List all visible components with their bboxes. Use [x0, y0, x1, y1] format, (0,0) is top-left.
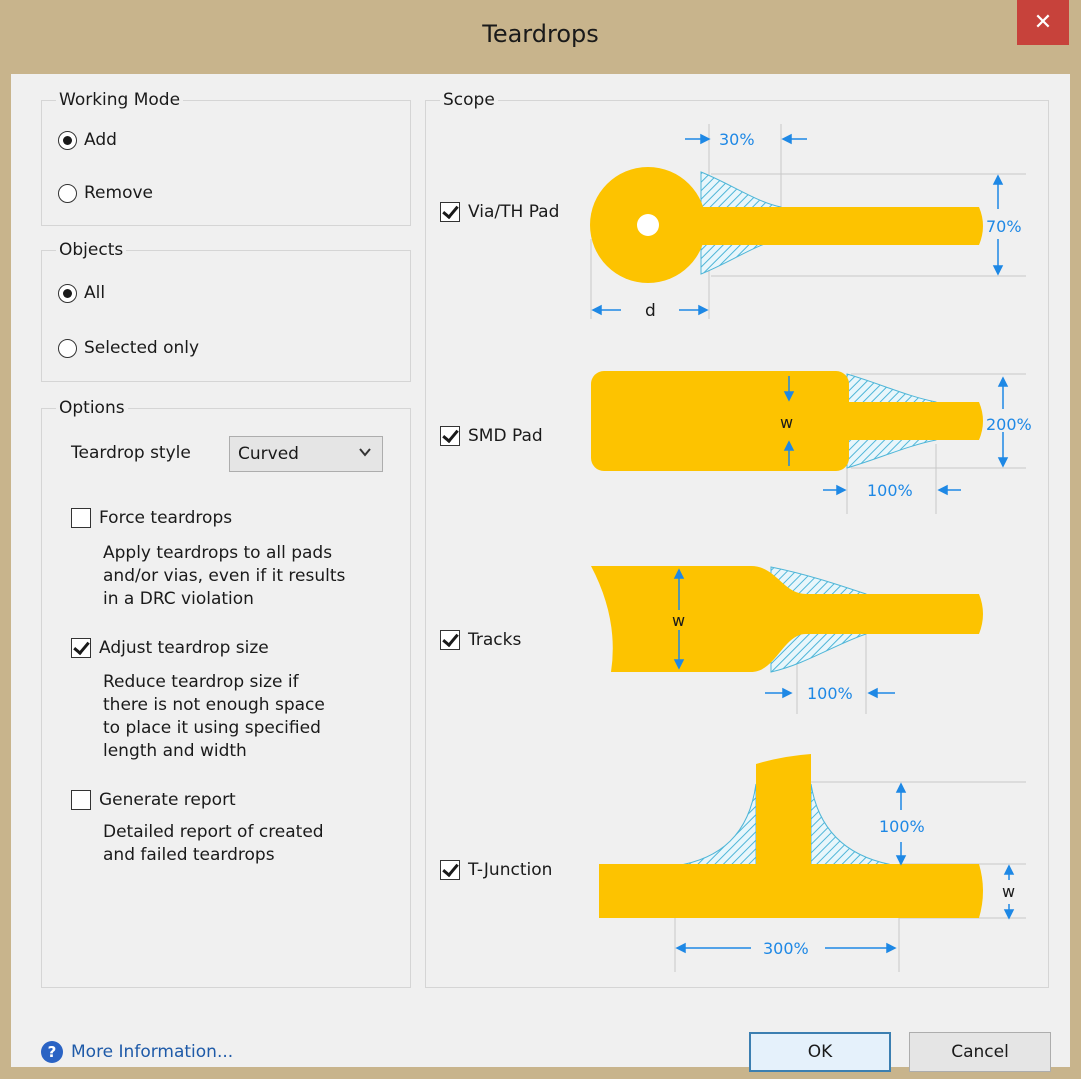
tj-height-dim: 100%	[879, 817, 925, 836]
smd-pad-body	[591, 371, 849, 471]
tracks-diagram: w 100%	[591, 566, 983, 714]
smd-track	[831, 402, 979, 440]
smd-w-dim: w	[780, 413, 793, 432]
dialog-client: Working Mode Add Remove Objects All Sele…	[11, 74, 1070, 1072]
window-title: Teardrops	[482, 20, 599, 48]
via-pad-diagram: 30% 70% d	[590, 124, 1026, 321]
help-icon: ?	[41, 1041, 63, 1063]
more-information-label: More Information...	[71, 1042, 234, 1062]
via-d-dim: d	[645, 301, 656, 321]
teardrop-diagrams: 30% 70% d w 200% 100% w 100% 100% w 300%	[590, 124, 1032, 972]
tj-w-dim: w	[1002, 882, 1015, 901]
smd-pad-diagram: w 200% 100%	[591, 371, 1032, 514]
title-bar: Teardrops ✕	[0, 0, 1081, 74]
smd-width-dim: 200%	[986, 415, 1032, 434]
cancel-button[interactable]: Cancel	[909, 1032, 1051, 1072]
track-length-dim: 100%	[807, 684, 853, 703]
t-junction-diagram: 100% w 300%	[599, 754, 1026, 972]
t-junction-trunk	[599, 864, 979, 918]
smd-length-dim: 100%	[867, 481, 913, 500]
more-information-link[interactable]: ? More Information...	[41, 1041, 233, 1063]
tj-length-dim: 300%	[763, 939, 809, 958]
t-junction-branch	[756, 754, 811, 874]
track-w-dim: w	[672, 611, 685, 630]
ok-button[interactable]: OK	[749, 1032, 891, 1072]
close-button[interactable]: ✕	[1017, 0, 1069, 45]
via-hole	[637, 214, 659, 236]
via-width-dim: 70%	[986, 217, 1022, 236]
via-length-dim: 30%	[719, 130, 755, 149]
via-track	[691, 207, 979, 245]
